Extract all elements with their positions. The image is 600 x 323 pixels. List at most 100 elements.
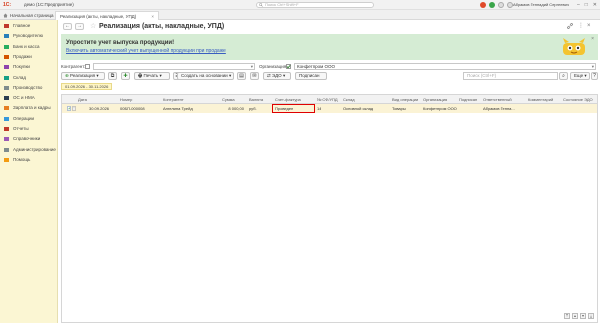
scroll-top-button[interactable]: ⤒ <box>564 313 570 319</box>
column-header-comment[interactable]: Комментарий <box>527 95 553 104</box>
sidebar-item-label: Операции <box>13 115 35 121</box>
column-header-signed[interactable]: Подписан <box>458 95 477 104</box>
page-title: Реализация (акты, накладные, УПД) <box>99 23 225 30</box>
copy-button[interactable]: ⧉ <box>108 72 117 80</box>
column-header-sum[interactable]: Сумма <box>221 95 235 104</box>
signed-button[interactable]: Подписан <box>295 72 327 80</box>
banner-close-icon[interactable]: × <box>591 36 594 42</box>
sidebar-item-4[interactable]: Продажи <box>0 52 58 62</box>
cell-organization: Конфетпром ООО <box>423 106 457 111</box>
search-input[interactable]: Поиск (Ctrl+F) <box>463 72 558 80</box>
table-row[interactable]: 30.09.2026 00БП-000008 Ангелина Трейд 8 … <box>62 104 597 113</box>
column-header-invoice[interactable]: Счет-фактура <box>274 95 301 104</box>
cell-date: 30.09.2026 <box>89 106 110 111</box>
app-title: демо (1С:Предприятие) <box>24 2 74 7</box>
sidebar-item-label: Банк и касса <box>13 43 40 49</box>
favorites-icon[interactable] <box>498 2 504 8</box>
column-header-warehouse[interactable]: Склад <box>342 95 355 104</box>
user-name[interactable]: Абрамов Геннадий Сергеевич <box>513 2 569 8</box>
back-button[interactable]: ← <box>63 23 72 30</box>
copy-icon: ⧉ <box>110 73 115 79</box>
organization-field[interactable]: Конфетпром ООО ▾ <box>294 63 596 70</box>
cell-responsible: Абрамов Генна... <box>483 106 515 111</box>
people-icon <box>4 106 9 111</box>
close-icon[interactable]: ✕ <box>593 1 597 9</box>
journal-icon: ▤ <box>239 73 244 79</box>
sidebar-item-8[interactable]: ОС и НМА <box>0 93 58 103</box>
tab-home[interactable]: Начальная страница <box>0 11 54 20</box>
help-button[interactable]: ? <box>591 72 598 80</box>
organization-label: Организация: <box>259 64 288 69</box>
sidebar-item-5[interactable]: Покупки <box>0 62 58 72</box>
more-button[interactable]: Еще ▾ <box>570 72 590 80</box>
clear-search-button[interactable]: ⌕ <box>559 72 568 80</box>
sidebar-item-10[interactable]: Операции <box>0 114 58 124</box>
scroll-up-button[interactable]: ▴ <box>572 313 578 319</box>
column-header-sf-number[interactable]: № СФ/УПД <box>316 95 338 104</box>
realizatsiya-create-button[interactable]: ⊕ Реализация ▾ <box>61 72 105 80</box>
cell-operation: Товары <box>392 106 406 111</box>
mascot-image <box>563 38 585 55</box>
organization-checkbox[interactable] <box>286 64 291 69</box>
sidebar-item-12[interactable]: Справочники <box>0 134 58 144</box>
cell-warehouse: Основной склад <box>343 106 374 111</box>
bank-icon <box>4 44 9 49</box>
minimize-icon[interactable]: – <box>577 1 580 9</box>
column-header-currency[interactable]: Валюта <box>248 95 263 104</box>
period-badge[interactable]: 01.09.2026 - 30.11.2026 <box>61 83 113 90</box>
column-header-responsible[interactable]: Ответственный <box>482 95 512 104</box>
favorite-star-icon[interactable]: ☆ <box>90 23 96 30</box>
history-icon[interactable] <box>489 2 495 8</box>
sidebar-item-9[interactable]: Зарплата и кадры <box>0 103 58 113</box>
sidebar-item-label: Склад <box>13 74 27 80</box>
scroll-down-button[interactable]: ▾ <box>580 313 586 319</box>
edo-button[interactable]: ⇄ ЭДО ▾ <box>263 72 291 80</box>
sidebar-item-3[interactable]: Банк и касса <box>0 42 58 52</box>
sidebar-item-6[interactable]: Склад <box>0 73 58 83</box>
sidebar: Главное Руководителю Банк и касса Продажи По… <box>0 20 58 323</box>
app-logo: 1C: <box>3 2 12 8</box>
sidebar-item-2[interactable]: Руководителю <box>0 31 58 41</box>
close-form-icon[interactable]: × <box>587 23 591 30</box>
post-button[interactable]: ✚ <box>121 72 130 80</box>
link-icon[interactable] <box>567 23 573 32</box>
assets-icon <box>4 96 9 101</box>
column-header-date[interactable]: Дата <box>77 95 87 104</box>
mail-button[interactable]: ✉ <box>250 72 259 80</box>
banner-title: Упростите учет выпуска продукции! <box>66 40 175 46</box>
factory-icon <box>4 85 9 90</box>
column-header-operation[interactable]: Вид операции <box>391 95 418 104</box>
search-icon: ⌕ <box>562 73 565 79</box>
tab-realizatsiya[interactable]: Реализация (акты, накладные, УПД) × <box>55 11 159 20</box>
chevron-down-icon[interactable]: ▾ <box>251 64 253 69</box>
kontragent-checkbox[interactable] <box>85 64 90 69</box>
sidebar-item-label: Руководителю <box>13 33 44 39</box>
forward-button[interactable]: → <box>75 23 84 30</box>
cart-icon <box>4 54 9 59</box>
scroll-bottom-button[interactable]: ⤓ <box>588 313 594 319</box>
chevron-down-icon[interactable]: ▾ <box>592 64 594 69</box>
column-header-edo-state[interactable]: Состояние ЭДО <box>562 95 593 104</box>
sidebar-item-7[interactable]: Производство <box>0 83 58 93</box>
home-icon <box>3 13 8 18</box>
maximize-icon[interactable]: □ <box>585 1 588 9</box>
sidebar-item-14[interactable]: Помощь <box>0 155 58 165</box>
sidebar-item-13[interactable]: Администрирование <box>0 145 58 155</box>
document-journal-button[interactable]: ▤ <box>237 72 246 80</box>
global-search-input[interactable]: Поиск Ctrl+Shift+F <box>256 2 374 8</box>
sidebar-item-11[interactable]: Отчеты <box>0 124 58 134</box>
banner-link[interactable]: Включить автоматический учет выпущенной … <box>66 48 226 54</box>
column-header-contractor[interactable]: Контрагент <box>162 95 184 104</box>
notification-icon[interactable] <box>480 2 486 8</box>
print-button[interactable]: 🖶 Печать ▾ <box>134 72 170 80</box>
kontragent-field[interactable]: ▾ <box>93 63 255 70</box>
create-on-basis-button[interactable]: Создать на основании ▾ <box>177 72 234 80</box>
gear-icon <box>4 147 9 152</box>
more-icon[interactable]: ⋮ <box>578 23 584 30</box>
table-scroll-buttons: ⤒ ▴ ▾ ⤓ <box>564 313 594 319</box>
column-header-number[interactable]: Номер <box>119 95 132 104</box>
column-header-organization[interactable]: Организация <box>422 95 447 104</box>
posted-document-icon <box>67 106 76 111</box>
sidebar-item-1[interactable]: Главное <box>0 21 58 31</box>
help-icon: ? <box>593 73 596 79</box>
